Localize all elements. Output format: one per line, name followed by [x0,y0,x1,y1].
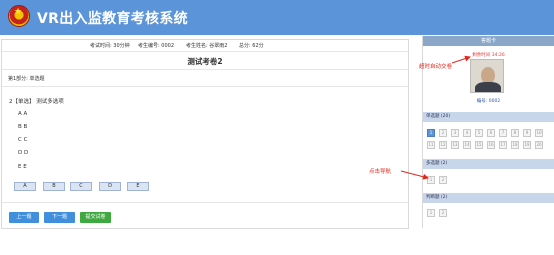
arrow-to-nav [400,170,429,180]
annotation-arrows [400,55,471,180]
arrow-to-timer [451,55,471,64]
